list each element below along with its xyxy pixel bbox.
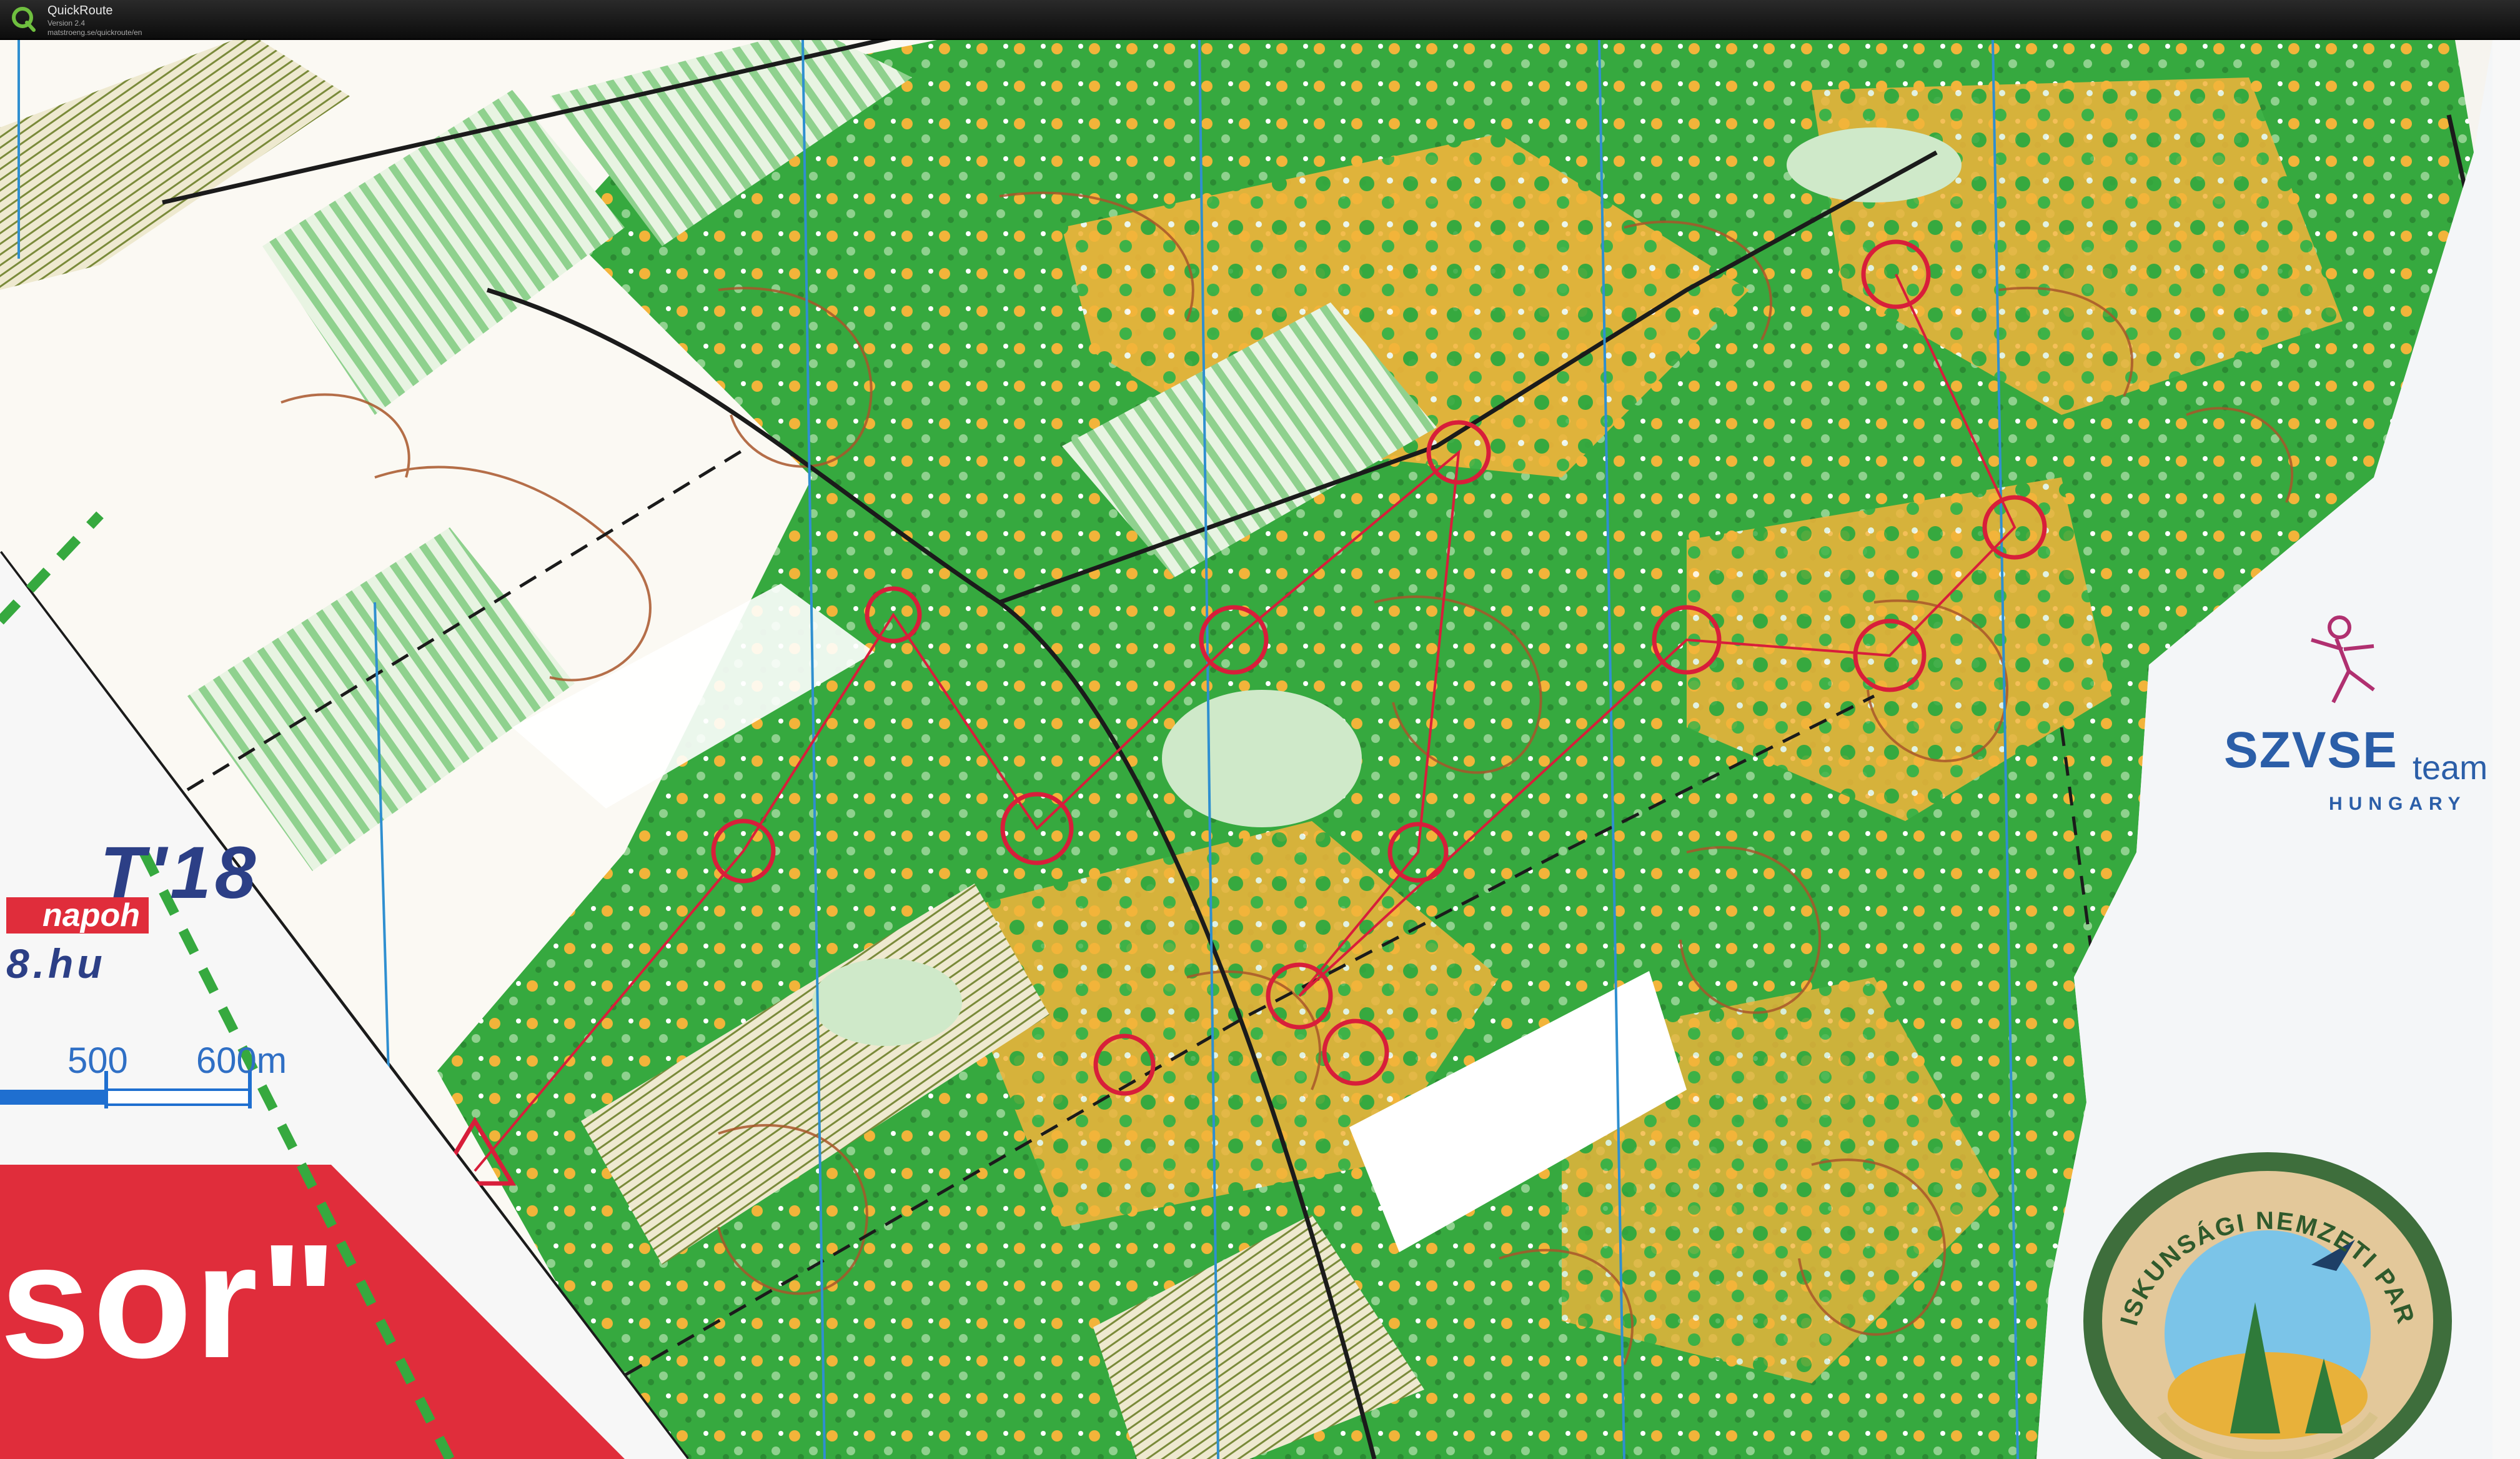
event-title-fragment: sor" (0, 1211, 340, 1392)
event-banner: napoh (6, 897, 149, 934)
club-logo-suffix: team (2413, 749, 2488, 787)
app-titlebar: QuickRoute Version 2.4 matstroeng.se/qui… (0, 0, 2520, 40)
light-green-3 (1787, 127, 1962, 202)
orienteering-map[interactable]: T'18 napoh 8.hu 500 600m sor" SZVSE team… (0, 40, 2520, 1459)
map-canvas (0, 40, 2520, 1459)
club-logo-name: SZVSE (2224, 722, 2398, 779)
light-green-1 (1162, 690, 1362, 827)
scale-label-500: 500 (67, 1040, 128, 1081)
club-logo-country: HUNGARY (2329, 794, 2467, 814)
scale-label-600: 600m (196, 1040, 287, 1081)
app-version: Version 2.4 (47, 19, 86, 27)
app-url: matstroeng.se/quickroute/en (47, 28, 142, 37)
event-website: 8.hu (6, 940, 106, 987)
quickroute-icon (12, 7, 36, 32)
app-title: QuickRoute (47, 4, 113, 17)
scale-bar-empty (105, 1088, 251, 1106)
scale-bar-filled (0, 1090, 106, 1105)
light-green-2 (812, 959, 962, 1046)
